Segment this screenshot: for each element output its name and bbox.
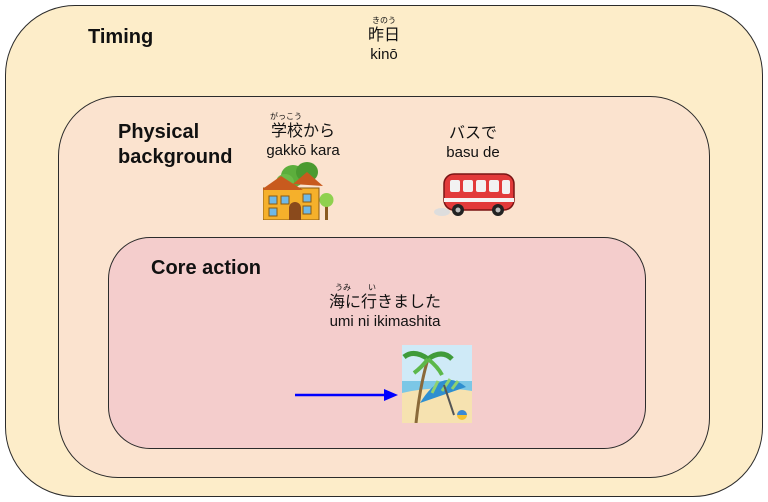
core-action-word: うみ い 海に行きました umi ni ikimashita xyxy=(315,283,455,332)
school-house-icon xyxy=(263,162,334,220)
core-romaji: umi ni ikimashita xyxy=(329,313,441,330)
school-ruby: がっこう xyxy=(270,112,302,121)
iku-ruby: い xyxy=(368,283,376,292)
school-romaji: gakkō kara xyxy=(266,142,340,159)
timing-romaji: kinō xyxy=(370,46,398,63)
beach-umbrella-icon xyxy=(402,345,472,423)
bus-romaji: basu de xyxy=(446,144,500,161)
umi-ruby: うみ xyxy=(335,283,351,292)
core-japanese: 海に行きました xyxy=(328,294,441,311)
school-japanese: 学校から xyxy=(270,123,335,140)
school-word: がっこう 学校から gakkō kara xyxy=(248,112,358,161)
timing-title: Timing xyxy=(88,26,154,48)
bus-icon xyxy=(434,173,515,216)
physical-background-title: Physical background xyxy=(118,121,233,168)
bus-japanese: バスで xyxy=(448,125,497,142)
school-ruby-row: がっこう xyxy=(248,112,358,122)
core-action-title: Core action xyxy=(151,257,262,279)
timing-word: きのう 昨日 kinō xyxy=(344,16,424,65)
core-ruby-row: うみ い xyxy=(315,283,455,293)
arrow-icon xyxy=(295,389,398,401)
bus-word: バスで basu de xyxy=(428,124,518,163)
timing-japanese: 昨日 xyxy=(367,27,400,44)
timing-ruby: きのう xyxy=(372,16,396,25)
